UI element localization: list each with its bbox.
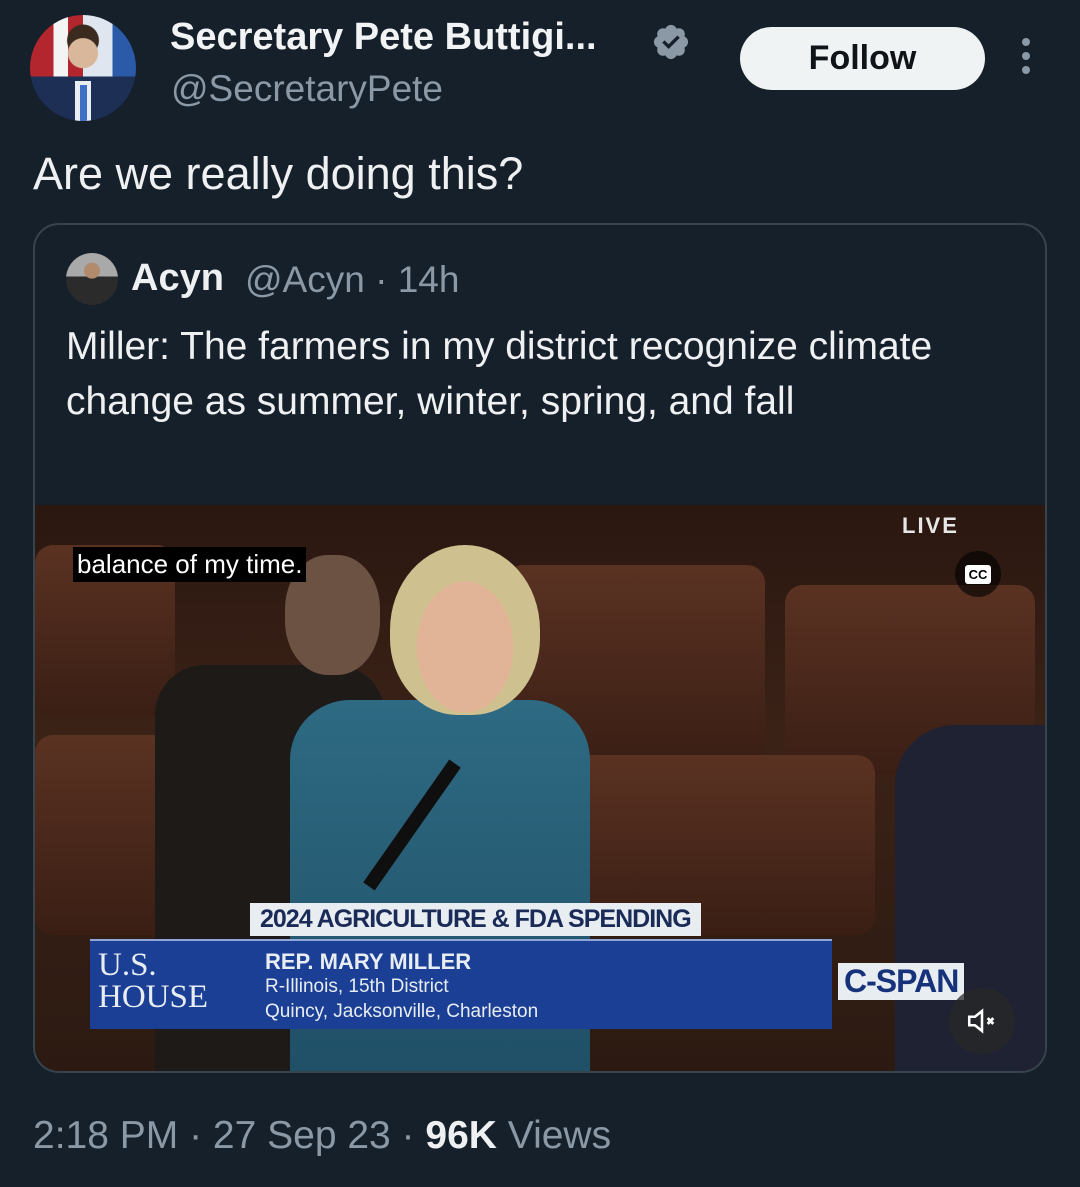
mute-button[interactable] — [949, 988, 1015, 1054]
views-label: Views — [496, 1114, 612, 1157]
closed-captions-button[interactable]: CC — [955, 551, 1001, 597]
rep-towns: Quincy, Jacksonville, Charleston — [265, 1001, 539, 1022]
chyron-title: 2024 AGRICULTURE & FDA SPENDING — [250, 903, 701, 936]
speaker-head — [390, 545, 540, 715]
cc-icon: CC — [964, 564, 992, 584]
quoted-author-handle-time[interactable]: @Acyn · 14h — [245, 259, 459, 301]
us-house-logo: U.S. HOUSE — [98, 947, 209, 1015]
author-handle[interactable]: @SecretaryPete — [171, 68, 443, 110]
cspan-logo: C-SPAN — [838, 963, 965, 1000]
chyron-box: U.S. HOUSE REP. MARY MILLER R-Illinois, … — [90, 939, 832, 1029]
verified-badge-icon — [653, 24, 689, 60]
quoted-author-avatar[interactable] — [66, 253, 118, 305]
quoted-tweet-card[interactable]: Acyn @Acyn · 14h Miller: The farmers in … — [33, 223, 1047, 1073]
author-name[interactable]: Secretary Pete Buttigi... — [170, 16, 597, 59]
video-player[interactable]: balance of my time. LIVE CC 2024 AGRICUL… — [35, 505, 1045, 1071]
more-options-icon[interactable] — [1016, 38, 1036, 78]
views-count: 96K — [425, 1114, 497, 1157]
avatar-tie — [80, 85, 87, 121]
video-caption: balance of my time. — [73, 547, 307, 582]
quoted-author-name[interactable]: Acyn — [131, 257, 224, 300]
rep-district: R-Illinois, 15th District — [265, 976, 449, 997]
timestamp[interactable]: 2:18 PM · 27 Sep 23 · — [33, 1114, 425, 1157]
tweet-meta: 2:18 PM · 27 Sep 23 · 96K Views — [33, 1114, 611, 1158]
tweet-text: Are we really doing this? — [33, 148, 524, 199]
live-label: LIVE — [902, 513, 959, 538]
author-avatar[interactable] — [30, 15, 136, 121]
rep-name: REP. MARY MILLER — [265, 949, 472, 974]
follow-button[interactable]: Follow — [740, 27, 985, 90]
quoted-tweet-text: Miller: The farmers in my district recog… — [66, 325, 933, 423]
speaker-muted-icon — [967, 1008, 995, 1034]
